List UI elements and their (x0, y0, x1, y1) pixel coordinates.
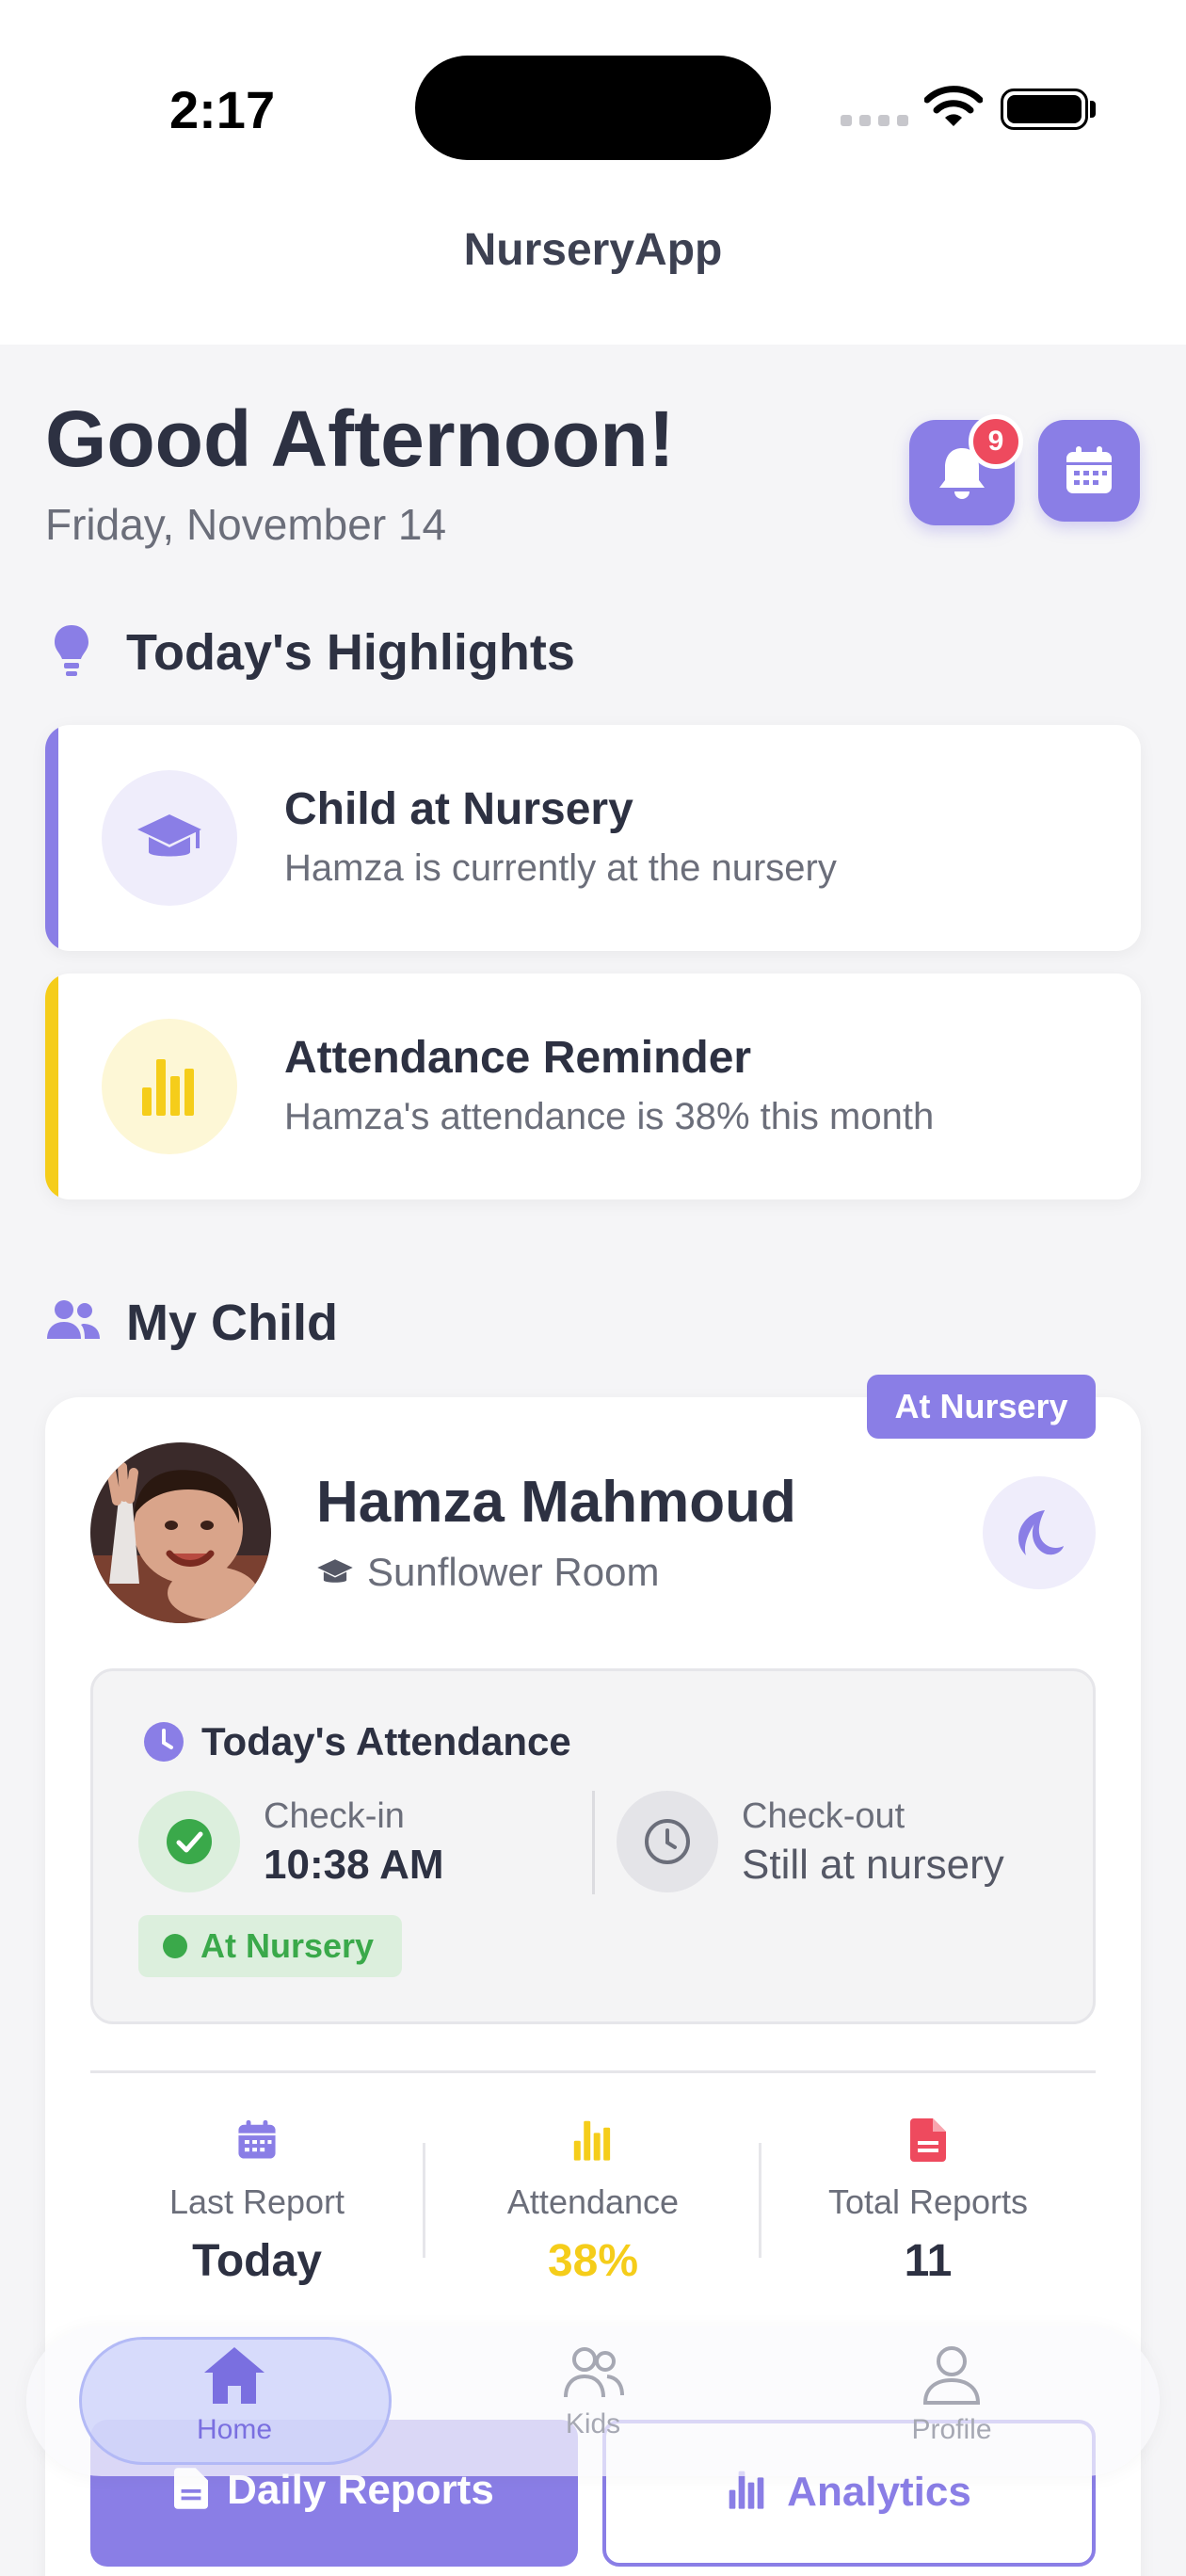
tab-kids[interactable]: Kids (480, 2344, 706, 2440)
bar-chart-icon (573, 2120, 611, 2161)
highlights-title: Today's Highlights (126, 624, 575, 681)
status-dot (163, 1934, 187, 1958)
attendance-status-text: At Nursery (200, 1926, 375, 1965)
attendance-divider (592, 1791, 595, 1894)
tab-label: Profile (911, 2414, 992, 2445)
stat-value: 38% (547, 2236, 639, 2286)
battery-tip (1090, 101, 1096, 118)
notification-badge: 9 (969, 414, 1023, 469)
tab-label: Home (196, 2414, 273, 2445)
stat-label: Attendance (506, 2182, 680, 2221)
cellular-signal-icon (841, 115, 908, 126)
lightbulb-icon (55, 625, 88, 676)
child-name: Hamza Mahmoud (316, 1470, 796, 1535)
checkout-label: Check-out (742, 1796, 906, 1836)
people-icon (47, 1300, 100, 1339)
tab-profile[interactable]: Profile (839, 2344, 1065, 2446)
bar-chart-icon (142, 1059, 194, 1116)
card-divider (90, 2070, 1096, 2073)
room-name: Sunflower Room (367, 1550, 660, 1594)
highlight-subtitle: Hamza is currently at the nursery (284, 847, 837, 889)
moon-button[interactable] (983, 1476, 1096, 1589)
checkin-time: 10:38 AM (264, 1842, 444, 1888)
highlight-subtitle: Hamza's attendance is 38% this month (284, 1096, 935, 1137)
avatar[interactable] (90, 1442, 271, 1623)
checkin-label: Check-in (264, 1796, 405, 1836)
highlight-card-child-at-nursery[interactable]: Child at Nursery Hamza is currently at t… (45, 725, 1141, 951)
home-icon (204, 2347, 264, 2404)
stat-total-reports: Total Reports 11 (768, 2118, 1088, 2287)
highlight-icon-circle (102, 770, 237, 906)
status-time: 2:17 (169, 80, 276, 139)
child-room: Sunflower Room (316, 1550, 659, 1595)
moon-icon (1018, 1510, 1064, 1555)
clock-icon (645, 1819, 690, 1864)
stat-value: 11 (904, 2236, 953, 2286)
checkout-icon-circle (617, 1791, 718, 1892)
tab-home[interactable]: Home (121, 2344, 347, 2446)
highlight-card-attendance-reminder[interactable]: Attendance Reminder Hamza's attendance i… (45, 974, 1141, 1199)
attendance-status-pill: At Nursery (138, 1915, 402, 1977)
battery-icon (1001, 89, 1088, 130)
child-photo (90, 1442, 271, 1623)
people-icon (564, 2347, 624, 2398)
person-icon (922, 2346, 981, 2405)
stat-divider (759, 2143, 761, 2258)
highlight-accent-bar (45, 725, 58, 951)
stat-label: Last Report (168, 2182, 345, 2221)
checkin-icon-circle (138, 1791, 240, 1892)
greeting-date: Friday, November 14 (45, 500, 447, 549)
highlight-accent-bar (45, 974, 58, 1199)
app-header (0, 0, 1186, 345)
app-title: NurseryApp (463, 225, 723, 275)
document-icon (910, 2118, 946, 2162)
calendar-icon (1066, 446, 1112, 493)
graduation-cap-icon (317, 1559, 353, 1583)
stat-last-report: Last Report Today (97, 2118, 417, 2287)
wifi-icon (924, 86, 983, 126)
status-badge: At Nursery (867, 1375, 1096, 1439)
highlight-title: Child at Nursery (284, 784, 633, 834)
stat-divider (423, 2143, 425, 2258)
my-child-title: My Child (126, 1295, 338, 1351)
stat-label: Total Reports (827, 2182, 1029, 2221)
stat-attendance: Attendance 38% (433, 2118, 753, 2287)
calendar-icon (238, 2119, 276, 2159)
graduation-cap-icon (137, 814, 201, 857)
stat-value: Today (192, 2236, 322, 2286)
highlight-icon-circle (102, 1019, 237, 1154)
clock-icon (144, 1722, 184, 1762)
highlight-title: Attendance Reminder (284, 1033, 752, 1083)
greeting-title: Good Afternoon! (45, 394, 675, 483)
attendance-title: Today's Attendance (201, 1719, 571, 1763)
checkout-status: Still at nursery (742, 1842, 1004, 1888)
check-circle-icon (167, 1819, 212, 1864)
calendar-button[interactable] (1038, 420, 1140, 522)
tab-label: Kids (565, 2408, 621, 2439)
dynamic-island (415, 56, 771, 160)
